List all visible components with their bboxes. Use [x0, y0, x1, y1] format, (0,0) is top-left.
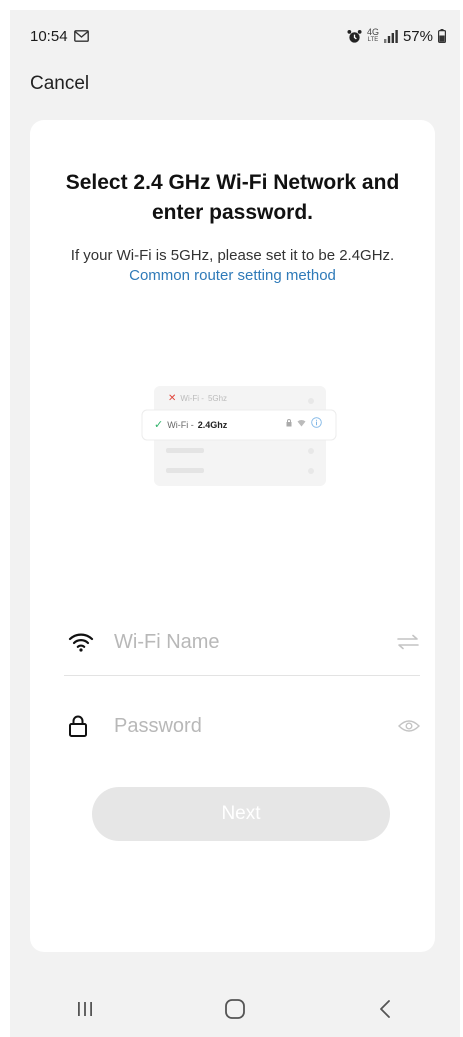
wifi-band-illustration: ✕ Wi-Fi - 5Ghz ✓ Wi-Fi - 2.4Ghz: [140, 386, 338, 506]
row-24g-icons: [286, 417, 322, 428]
battery-percent: 57%: [402, 27, 433, 45]
password-input[interactable]: [114, 714, 386, 738]
row-5g: ✕ Wi-Fi - 5Ghz: [168, 393, 227, 404]
back-button[interactable]: [355, 989, 415, 1029]
recent-apps-icon: [78, 1001, 92, 1016]
battery-icon: [438, 29, 446, 43]
switch-wrap: [386, 634, 420, 650]
eye-icon[interactable]: [398, 719, 420, 733]
lock-small-icon: [286, 418, 292, 426]
status-time: 10:54: [30, 27, 68, 45]
router-setting-link[interactable]: Common router setting method: [129, 267, 336, 284]
switch-arrows-icon[interactable]: [396, 634, 420, 650]
wifi-band-illustration-graphic: [141, 386, 337, 486]
row-24g-prefix: Wi-Fi -: [167, 419, 194, 430]
cancel-button[interactable]: Cancel: [30, 73, 89, 95]
password-row: [64, 696, 420, 756]
row-5g-prefix: Wi-Fi -: [180, 394, 204, 403]
cross-icon: ✕: [168, 393, 177, 404]
wifi-small-icon: [297, 419, 306, 426]
page-title: Select 2.4 GHz Wi-Fi Network and enter p…: [65, 171, 400, 224]
back-icon: [380, 999, 390, 1018]
wifi-setup-card: Select 2.4 GHz Wi-Fi Network and enter p…: [30, 120, 435, 952]
status-bar: 10:54 4G LTE 57%: [10, 10, 460, 62]
recent-apps-button[interactable]: [55, 989, 115, 1029]
gmail-icon: [73, 30, 89, 42]
alarm-icon: [347, 29, 362, 43]
eye-wrap: [386, 719, 420, 733]
wifi-icon: [68, 633, 94, 652]
signal-icon: [383, 29, 398, 43]
subtitle-text: If your Wi-Fi is 5GHz, please set it to …: [70, 247, 395, 264]
status-right: 4G LTE 57%: [347, 28, 446, 45]
lock-icon: [69, 715, 87, 737]
home-button[interactable]: [205, 989, 265, 1029]
wifi-icon-wrap: [64, 632, 114, 652]
row-24g: ✓ Wi-Fi - 2.4Ghz: [154, 418, 227, 431]
lock-icon-wrap: [64, 715, 114, 737]
status-left: 10:54: [30, 28, 89, 45]
field-divider: [64, 675, 420, 676]
home-icon: [225, 998, 245, 1019]
next-button[interactable]: Next: [92, 787, 390, 841]
phone-screen: 10:54 4G LTE 57% Cancel Select 2.4 GHz W…: [10, 10, 460, 1037]
check-icon: ✓: [154, 419, 164, 431]
system-nav-bar: [10, 980, 460, 1037]
wifi-name-row: [64, 612, 420, 672]
info-icon: [311, 417, 322, 428]
page-subtitle: If your Wi-Fi is 5GHz, please set it to …: [30, 246, 435, 286]
row-24g-band: 2.4Ghz: [197, 419, 228, 430]
network-type-badge: 4G LTE: [367, 28, 379, 44]
row-5g-band: 5Ghz: [207, 394, 228, 403]
network-badge-bottom: LTE: [367, 37, 379, 43]
wifi-name-input[interactable]: [114, 630, 386, 654]
network-badge-top: 4G: [366, 27, 379, 37]
